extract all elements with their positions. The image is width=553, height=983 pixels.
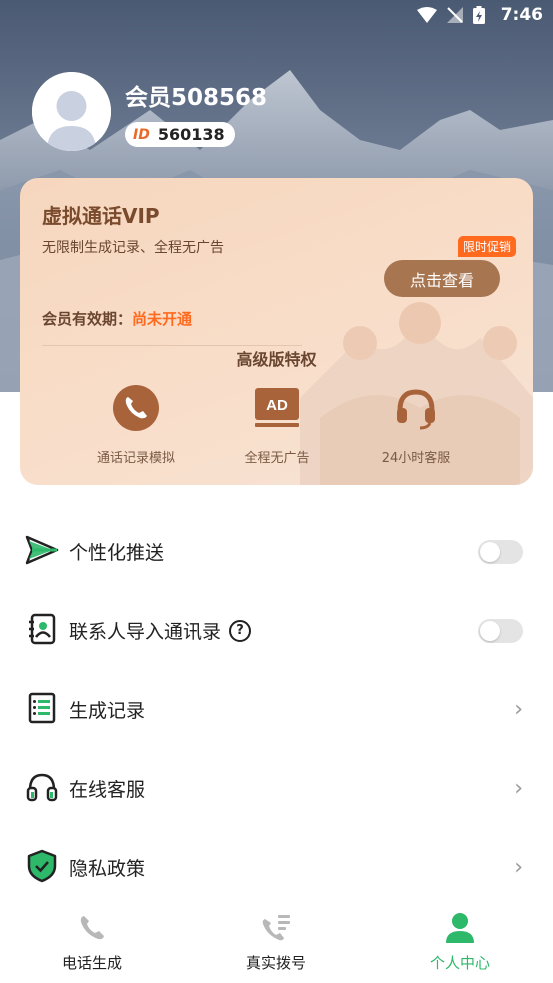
vip-card: 虚拟通话VIP 无限制生成记录、全程无广告 限时促销 点击查看 会员有效期：尚未… xyxy=(20,178,533,485)
push-toggle[interactable] xyxy=(478,539,523,564)
expiry-label: 会员有效期： xyxy=(42,310,133,328)
status-bar: 7:46 xyxy=(0,0,553,32)
privilege-label: 24小时客服 xyxy=(381,451,451,466)
shield-check-icon xyxy=(25,848,59,884)
user-id-badge: ID 560138 xyxy=(125,122,235,147)
tab-phone-generate[interactable]: 电话生成 xyxy=(0,910,184,973)
privilege-call-record[interactable]: 通话记录模拟 xyxy=(66,383,206,466)
chevron-right-icon: › xyxy=(514,697,523,722)
toggle-knob xyxy=(480,541,500,562)
setting-label: 个性化推送 xyxy=(69,542,165,564)
setting-label: 生成记录 xyxy=(69,700,146,722)
vip-subtitle: 无限制生成记录、全程无广告 xyxy=(42,240,224,256)
dialpad-phone-icon xyxy=(184,910,368,946)
chevron-right-icon: › xyxy=(514,776,523,801)
nav-label: 电话生成 xyxy=(61,954,122,972)
privilege-24h-support[interactable]: 24小时客服 xyxy=(346,383,486,466)
bottom-navigation: 电话生成 真实拨号 个人中心 xyxy=(0,900,553,983)
battery-charging-icon xyxy=(473,6,485,24)
no-signal-icon xyxy=(447,7,463,23)
username: 会员508568 xyxy=(125,85,268,111)
status-time: 7:46 xyxy=(500,5,543,25)
id-tag: ID xyxy=(133,126,150,143)
wifi-icon xyxy=(417,7,437,23)
expiry-value: 尚未开通 xyxy=(132,310,193,328)
help-icon[interactable]: ? xyxy=(229,619,252,642)
default-avatar-icon xyxy=(32,72,111,151)
headset-icon xyxy=(391,383,441,433)
status-icons xyxy=(417,6,485,24)
user-id-number: 560138 xyxy=(157,125,225,144)
setting-row-import-contacts[interactable]: 联系人导入通讯录 ? xyxy=(0,591,553,670)
privilege-no-ads[interactable]: AD 全程无广告 xyxy=(207,383,347,466)
import-contacts-toggle[interactable] xyxy=(478,618,523,643)
person-icon xyxy=(368,910,552,946)
contacts-icon xyxy=(25,611,59,647)
setting-row-records[interactable]: 生成记录 › xyxy=(0,670,553,749)
avatar[interactable] xyxy=(32,72,111,151)
setting-row-privacy[interactable]: 隐私政策 › xyxy=(0,828,553,907)
setting-label: 隐私政策 xyxy=(69,858,146,880)
ad-icon: AD xyxy=(252,383,302,433)
vip-title: 虚拟通话VIP xyxy=(42,204,160,228)
phone-icon xyxy=(111,383,161,433)
settings-list: 个性化推送 联系人导入通讯录 ? 生成记录 › 在线客服 › 隐私政策 › xyxy=(0,512,553,907)
tab-real-dial[interactable]: 真实拨号 xyxy=(184,910,368,973)
records-icon xyxy=(25,690,59,726)
send-icon xyxy=(25,532,59,568)
setting-row-support[interactable]: 在线客服 › xyxy=(0,749,553,828)
tab-personal-center[interactable]: 个人中心 xyxy=(368,910,552,973)
headset-icon xyxy=(25,769,59,805)
chevron-right-icon: › xyxy=(514,855,523,880)
ad-icon-text: AD xyxy=(266,397,288,414)
toggle-knob xyxy=(480,620,500,641)
privilege-label: 通话记录模拟 xyxy=(96,451,175,466)
nav-label: 真实拨号 xyxy=(245,954,306,972)
phone-icon xyxy=(0,910,184,946)
membership-expiry: 会员有效期：尚未开通 xyxy=(42,308,192,329)
nav-label: 个人中心 xyxy=(429,954,490,972)
setting-label: 联系人导入通讯录 xyxy=(69,621,222,643)
promo-badge: 限时促销 xyxy=(458,236,517,257)
setting-row-push[interactable]: 个性化推送 xyxy=(0,512,553,591)
view-vip-button[interactable]: 点击查看 xyxy=(384,260,500,297)
privileges-title: 高级版特权 xyxy=(236,350,317,369)
setting-label: 在线客服 xyxy=(69,779,146,801)
setting-label-with-help: 联系人导入通讯录 ? xyxy=(69,617,252,644)
privilege-label: 全程无广告 xyxy=(244,451,310,466)
